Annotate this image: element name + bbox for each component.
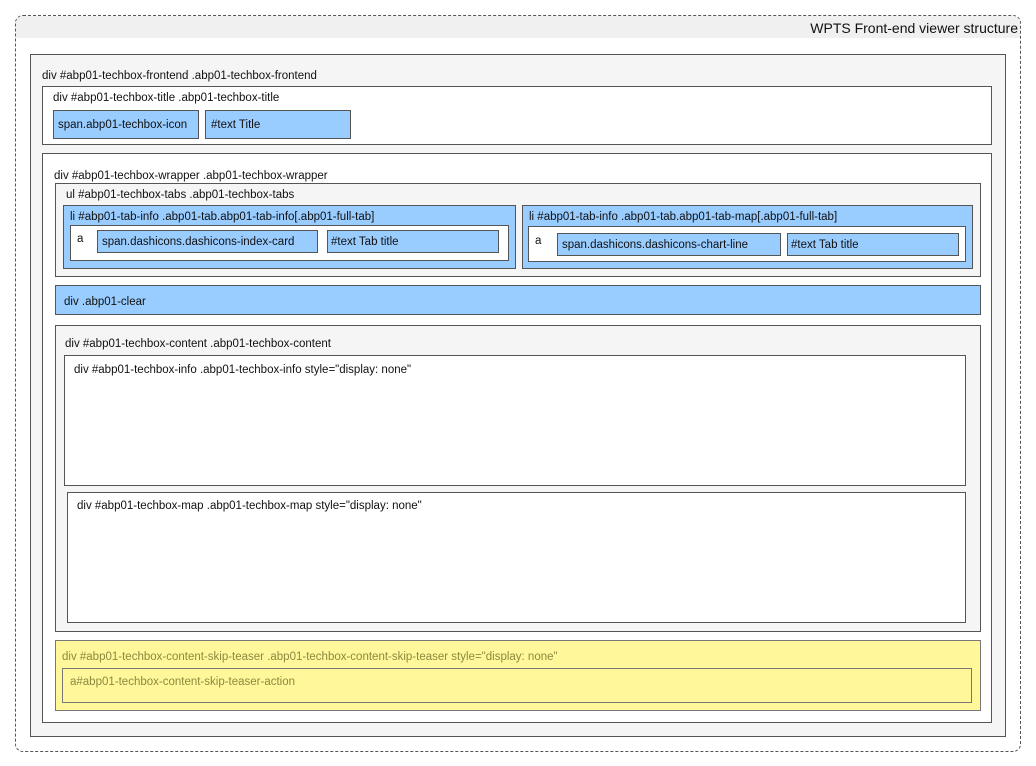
tab-info-text-label: #text Tab title	[331, 236, 399, 248]
tab-map-icon-label: span.dashicons.dashicons-chart-line	[562, 239, 749, 251]
map-label: div #abp01-techbox-map .abp01-techbox-ma…	[77, 500, 422, 512]
tab-map-text-label: #text Tab title	[791, 239, 859, 251]
tabs-ul-label: ul #abp01-techbox-tabs .abp01-techbox-ta…	[66, 189, 295, 201]
clear-div-label: div .abp01-clear	[64, 296, 146, 308]
clear-div-box	[55, 285, 981, 315]
skip-action-label: a#abp01-techbox-content-skip-teaser-acti…	[70, 676, 296, 688]
wrapper-label: div #abp01-techbox-wrapper .abp01-techbo…	[54, 170, 328, 182]
skip-teaser-label: div #abp01-techbox-content-skip-teaser .…	[62, 651, 558, 663]
tab-info-li-label: li #abp01-tab-info .abp01-tab.abp01-tab-…	[70, 211, 375, 223]
tab-map-li-label: li #abp01-tab-info .abp01-tab.abp01-tab-…	[529, 211, 838, 223]
title-div-label: div #abp01-techbox-title .abp01-techbox-…	[53, 92, 280, 104]
diagram-title: WPTS Front-end viewer structure	[810, 20, 1018, 36]
icon-span-label: span.abp01-techbox-icon	[58, 119, 188, 131]
info-label: div #abp01-techbox-info .abp01-techbox-i…	[74, 364, 412, 376]
content-label: div #abp01-techbox-content .abp01-techbo…	[65, 338, 331, 350]
tab-info-a-label: a	[77, 233, 84, 245]
title-text-label: #text Title	[211, 119, 261, 131]
frontend-label: div #abp01-techbox-frontend .abp01-techb…	[42, 70, 317, 82]
tab-map-a-label: a	[535, 235, 542, 247]
tab-info-icon-label: span.dashicons.dashicons-index-card	[102, 236, 295, 248]
